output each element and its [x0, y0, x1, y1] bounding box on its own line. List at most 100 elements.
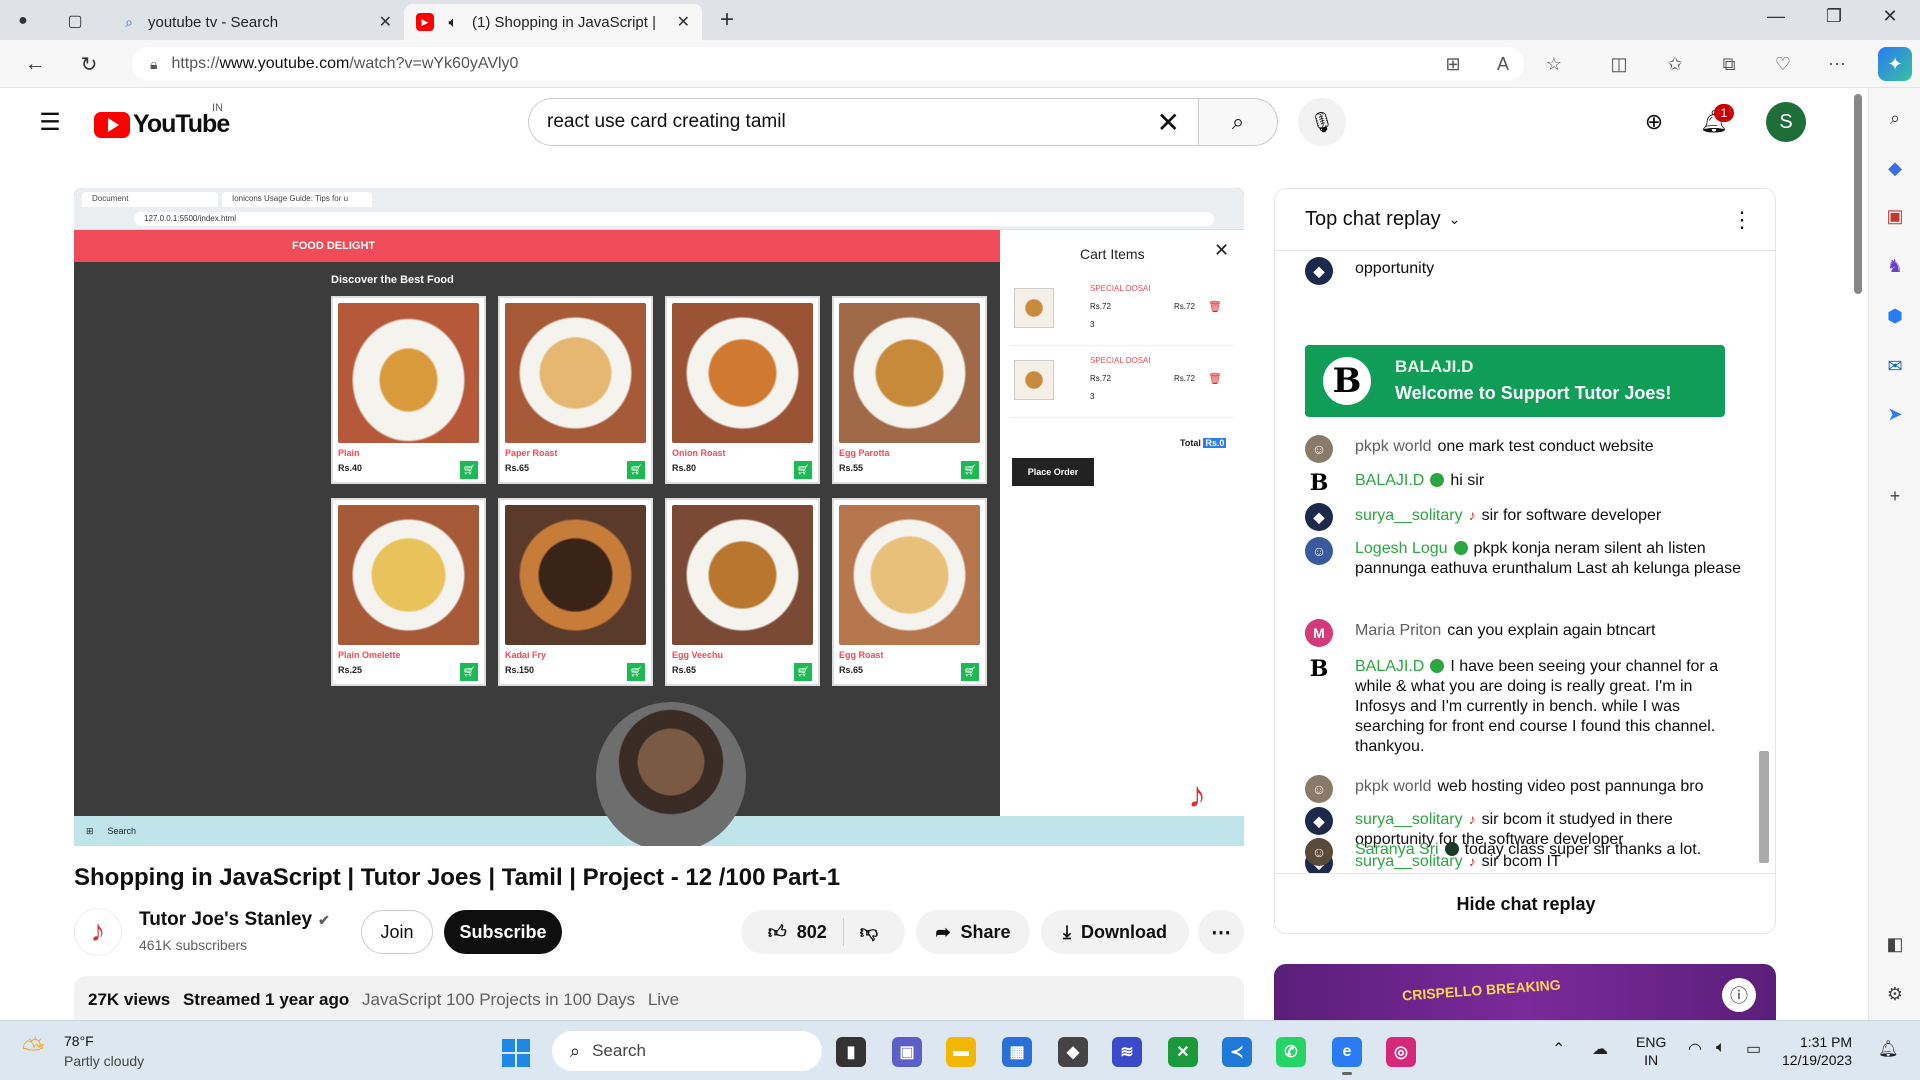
- partly-cloudy-icon[interactable]: ⛅︎: [22, 1033, 44, 1066]
- chat-author[interactable]: Logesh Logu: [1355, 540, 1448, 557]
- hamburger-menu-icon[interactable]: ☰: [36, 108, 64, 136]
- chat-author[interactable]: pkpk world: [1355, 778, 1431, 795]
- account-avatar[interactable]: S: [1766, 102, 1806, 142]
- chat-mode-label[interactable]: Top chat replay: [1305, 208, 1441, 231]
- add-icon[interactable]: +: [1881, 482, 1909, 510]
- description-tag[interactable]: JavaScript 100 Projects in 100 Days: [362, 990, 635, 1009]
- task-view-icon[interactable]: ▮: [836, 1037, 866, 1067]
- like-button[interactable]: 👍︎ 802: [752, 921, 843, 943]
- vscode-icon[interactable]: ≺: [1222, 1037, 1252, 1067]
- create-video-icon[interactable]: ⊕: [1636, 104, 1672, 140]
- shopping-icon[interactable]: ▣: [1881, 202, 1909, 230]
- voice-search-mic-icon[interactable]: 🎙︎: [1298, 98, 1346, 146]
- collections-icon[interactable]: ⧉: [1714, 49, 1744, 79]
- food-name: Kadai Fry: [505, 650, 547, 660]
- speaker-icon[interactable]: 🔈︎: [444, 13, 462, 31]
- favorites-icon[interactable]: ✩: [1660, 49, 1690, 79]
- search-icon[interactable]: ⌕: [1881, 104, 1909, 132]
- sidebar-toggle-icon[interactable]: ◧: [1881, 930, 1909, 958]
- channel-name[interactable]: Tutor Joe's Stanley ✔: [139, 909, 330, 931]
- search-button[interactable]: ⌕: [1198, 98, 1278, 146]
- tab-shopping-in-javascript[interactable]: ▶ 🔈︎ (1) Shopping in JavaScript | ✕: [404, 4, 702, 40]
- tab-actions-icon[interactable]: ▢: [60, 6, 90, 36]
- outlook-icon[interactable]: ✉: [1881, 352, 1909, 380]
- microsoft-365-icon[interactable]: ⬢: [1881, 302, 1909, 330]
- tag-icon[interactable]: ◆: [1881, 154, 1909, 182]
- edge-icon[interactable]: e: [1332, 1037, 1362, 1075]
- close-icon[interactable]: ✕: [677, 12, 690, 32]
- weather-description[interactable]: Partly cloudy: [64, 1053, 144, 1069]
- cart-item-price: Rs.72: [1090, 302, 1111, 311]
- chevron-up-icon[interactable]: ⌃: [1552, 1039, 1565, 1059]
- refresh-icon[interactable]: ↻: [74, 49, 104, 79]
- clock[interactable]: 1:31 PM 12/19/2023: [1782, 1033, 1852, 1069]
- weather-temperature[interactable]: 78°F: [64, 1033, 94, 1049]
- member-avatar: B: [1323, 357, 1371, 405]
- xbox-icon[interactable]: ✕: [1168, 1037, 1198, 1067]
- chat-author[interactable]: Saranya Sri: [1355, 841, 1439, 858]
- close-window-button[interactable]: ✕: [1870, 6, 1910, 27]
- chat-author[interactable]: surya__solitary: [1355, 507, 1463, 524]
- channel-avatar[interactable]: ♪: [74, 908, 122, 956]
- description-tag[interactable]: Live: [648, 990, 679, 1009]
- notification-center-icon[interactable]: 🔔︎: [1878, 1039, 1898, 1059]
- share-button[interactable]: ➦ Share: [916, 910, 1030, 954]
- hide-chat-replay-button[interactable]: Hide chat replay: [1275, 873, 1775, 933]
- new-tab-button[interactable]: +: [712, 6, 742, 34]
- chat-author[interactable]: Maria Priton: [1355, 622, 1441, 639]
- chat-author[interactable]: surya__solitary: [1355, 811, 1463, 828]
- whatsapp-icon[interactable]: ✆: [1276, 1037, 1306, 1067]
- store-icon[interactable]: ▦: [1002, 1037, 1032, 1067]
- ad-banner[interactable]: CRISPELLO BREAKING ⓘ: [1274, 964, 1776, 1020]
- send-icon[interactable]: ➤: [1881, 400, 1909, 428]
- search-input[interactable]: react use card creating tamil ✕: [528, 98, 1198, 146]
- file-explorer-icon[interactable]: ▬: [946, 1037, 976, 1067]
- more-actions-button[interactable]: ⋯: [1198, 910, 1244, 954]
- network-off-icon[interactable]: ☁: [1592, 1039, 1608, 1059]
- app-icon[interactable]: ◆: [1058, 1037, 1088, 1067]
- wifi-icon[interactable]: ◠: [1688, 1039, 1702, 1059]
- chat-author[interactable]: BALAJI.D: [1355, 658, 1424, 675]
- games-icon[interactable]: ♞: [1881, 252, 1909, 280]
- tab-youtube-tv-search[interactable]: ⌕ youtube tv - Search ✕: [108, 4, 404, 40]
- clear-search-icon[interactable]: ✕: [1157, 106, 1180, 139]
- windows-start-icon[interactable]: [502, 1039, 530, 1067]
- copilot-icon[interactable]: ✦: [1878, 47, 1912, 81]
- language-indicator[interactable]: ENG IN: [1636, 1033, 1666, 1069]
- download-button[interactable]: ⤓ Download: [1041, 910, 1189, 954]
- visual-studio-icon[interactable]: ≋: [1112, 1037, 1142, 1067]
- youtube-logo[interactable]: YouTube IN: [94, 102, 230, 139]
- join-button[interactable]: Join: [361, 910, 433, 954]
- minimize-button[interactable]: —: [1756, 6, 1796, 27]
- url-field[interactable]: 🔒︎ https:// www.youtube.com /watch?v=wYk…: [132, 47, 1524, 81]
- chat-scrollbar[interactable]: [1759, 751, 1769, 863]
- back-arrow-icon[interactable]: ←: [20, 49, 50, 79]
- settings-gear-icon[interactable]: ⚙: [1881, 980, 1909, 1008]
- close-icon[interactable]: ✕: [379, 12, 392, 32]
- favorite-star-icon[interactable]: ☆: [1539, 49, 1569, 79]
- page-scrollbar[interactable]: [1850, 88, 1866, 1020]
- scrollbar-thumb[interactable]: [1854, 94, 1862, 294]
- chat-menu-icon[interactable]: ⋮: [1731, 207, 1753, 233]
- profile-icon[interactable]: ●: [8, 6, 38, 36]
- battery-icon[interactable]: ▭: [1746, 1039, 1761, 1059]
- dislike-button[interactable]: 👎︎: [844, 921, 894, 943]
- video-player[interactable]: Document Ionicons Usage Guide: Tips for …: [74, 188, 1244, 846]
- chat-author[interactable]: pkpk world: [1355, 438, 1431, 455]
- volume-icon[interactable]: 🔈︎: [1716, 1039, 1726, 1057]
- chat-author[interactable]: BALAJI.D: [1355, 472, 1424, 489]
- teams-icon[interactable]: ▣: [892, 1037, 922, 1067]
- browser-essentials-icon[interactable]: ♡: [1768, 49, 1798, 79]
- instagram-icon[interactable]: ◎: [1386, 1037, 1416, 1067]
- food-price: Rs.65: [839, 665, 864, 675]
- chevron-down-icon[interactable]: ⌄: [1449, 211, 1461, 228]
- split-screen-icon[interactable]: ◫: [1604, 49, 1634, 79]
- description-box[interactable]: 27K views Streamed 1 year ago JavaScript…: [74, 976, 1244, 1020]
- restore-button[interactable]: ❐: [1814, 6, 1854, 27]
- taskbar-search[interactable]: ⌕ Search: [552, 1031, 822, 1071]
- read-aloud-icon[interactable]: A: [1488, 49, 1518, 79]
- apps-icon[interactable]: ⊞: [1438, 49, 1468, 79]
- more-menu-icon[interactable]: ⋯: [1822, 49, 1852, 79]
- subscribe-button[interactable]: Subscribe: [444, 910, 562, 954]
- info-icon[interactable]: ⓘ: [1722, 978, 1756, 1012]
